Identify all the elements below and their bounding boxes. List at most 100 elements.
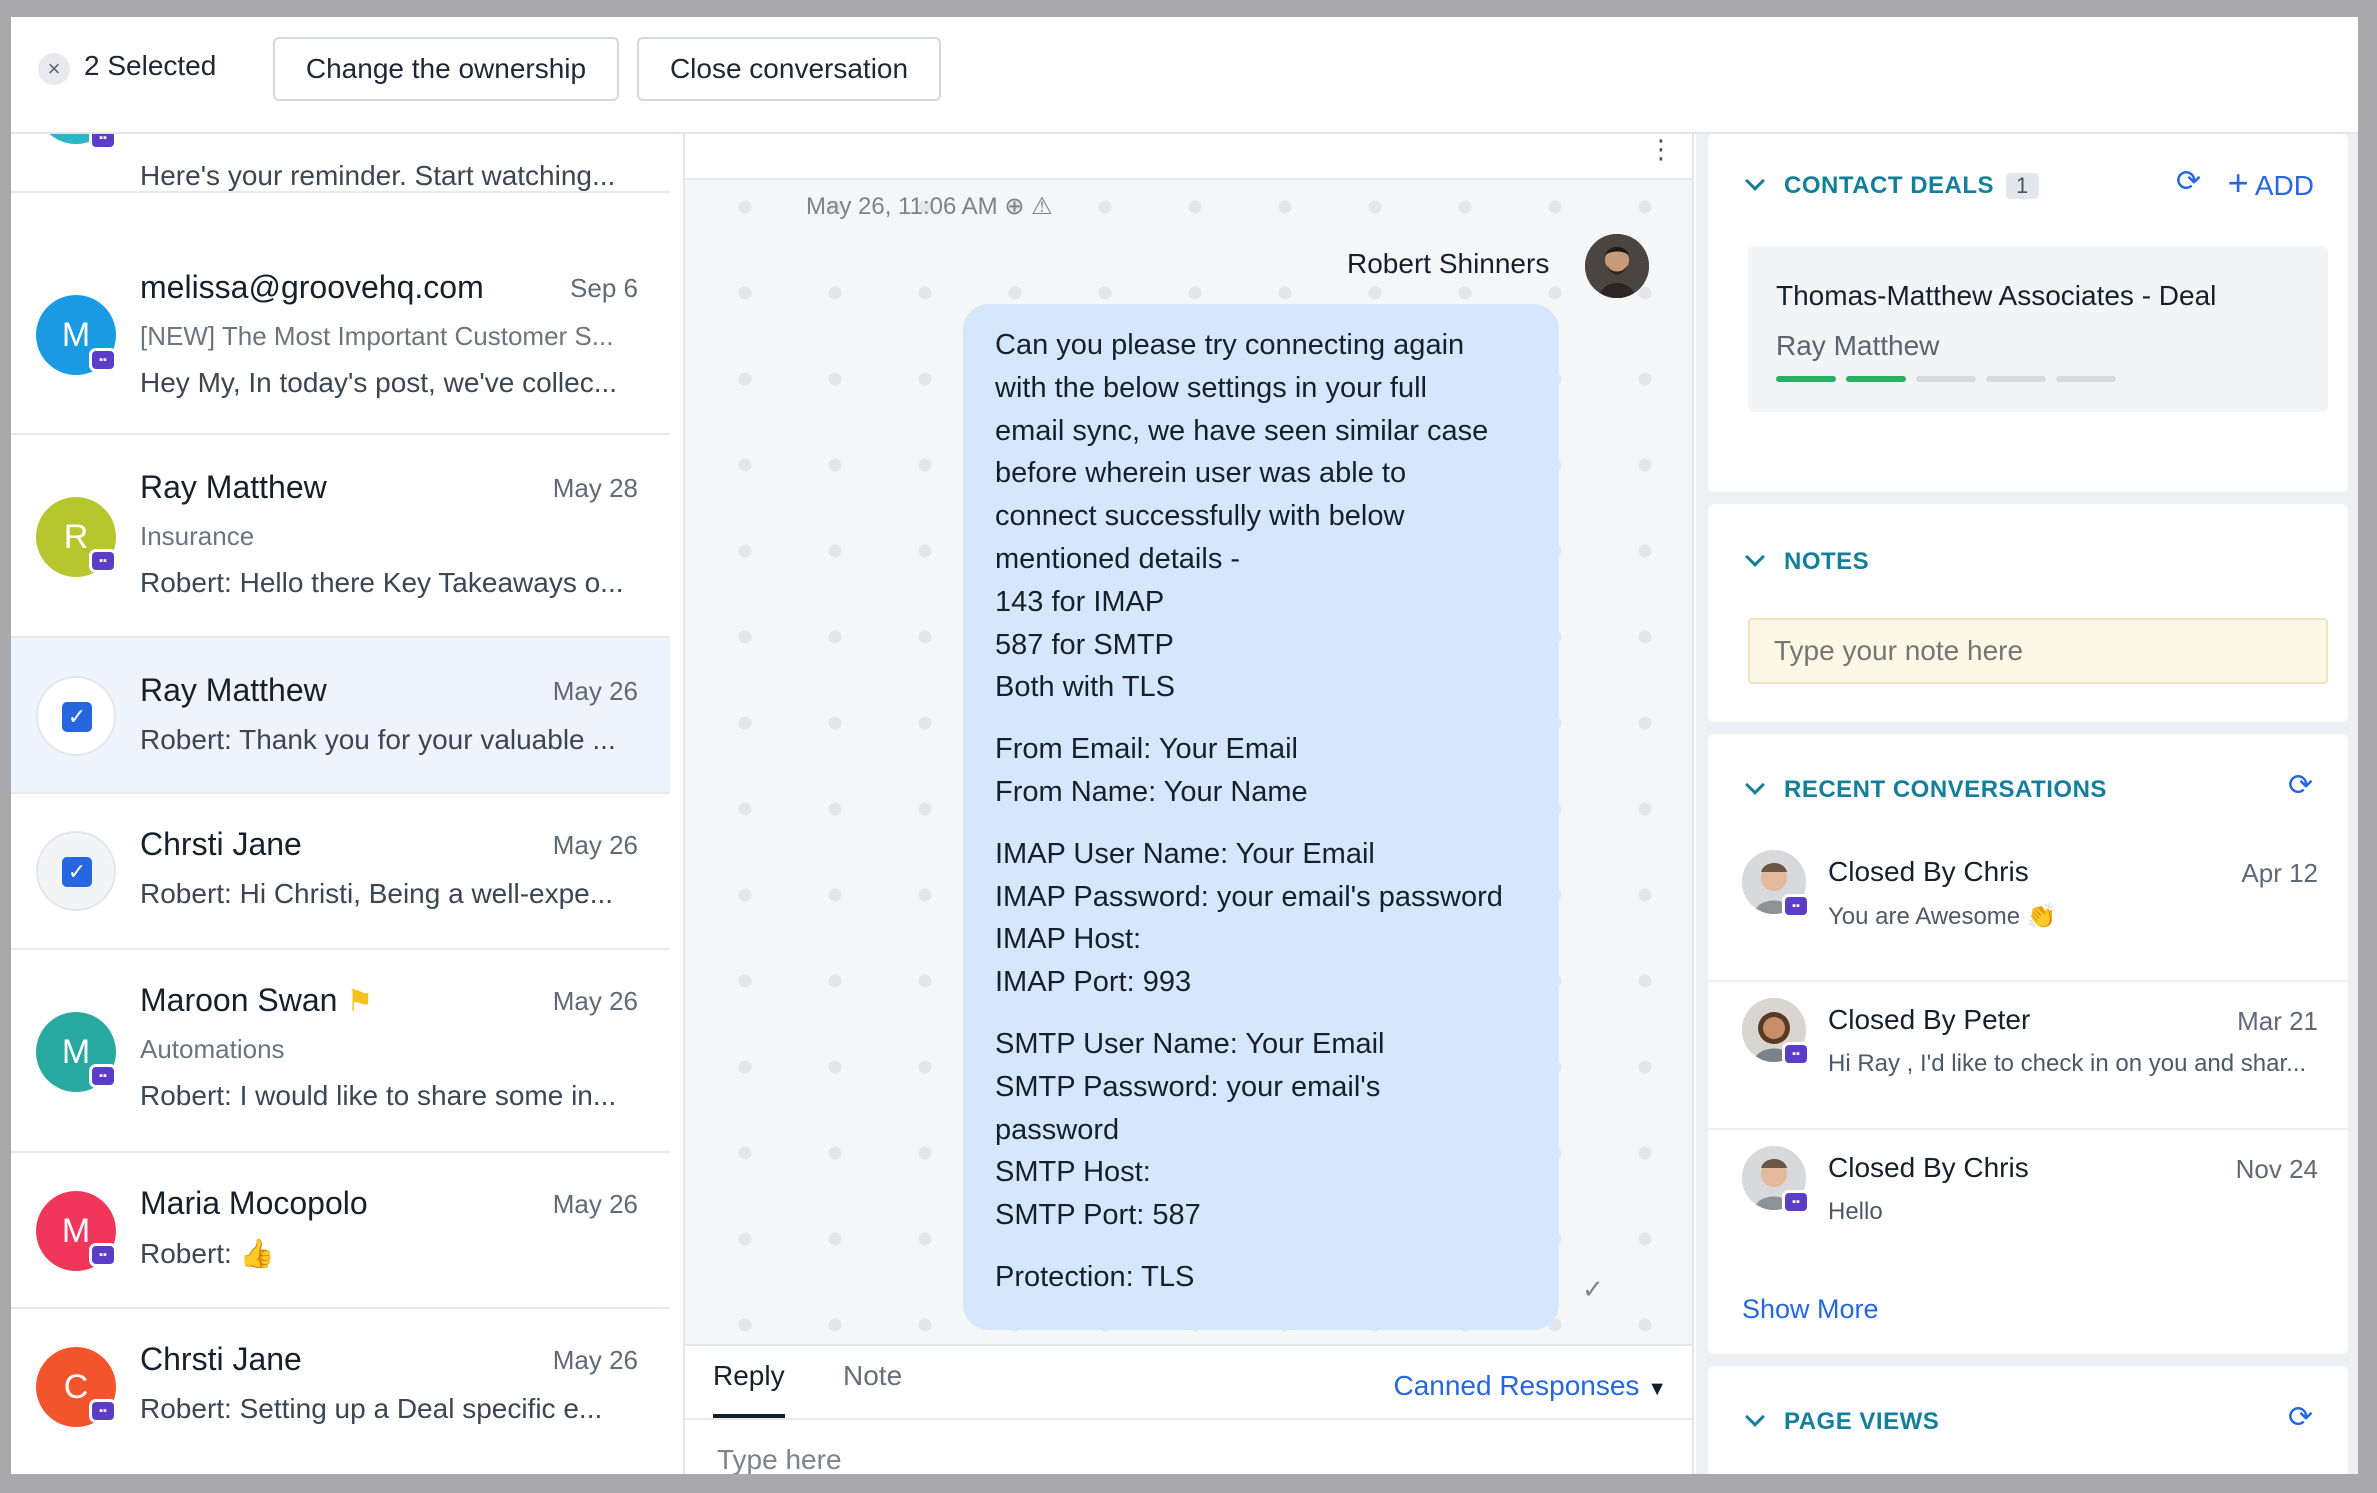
recent-conversation-title: Closed By Chris [1828,1152,2029,1183]
message-line: with the below settings in your full [995,371,1427,404]
globe-icon: ⊕ [1004,193,1025,220]
page-views-heading[interactable]: PAGE VIEWS [1745,1407,1940,1436]
chat-channel-icon: ▪▪ [89,1243,117,1267]
refresh-icon[interactable]: ⟳ [2288,1400,2313,1435]
list-item[interactable]: M ▪▪ melissa@groovehq.com Sep 6 [NEW] Th… [11,233,670,435]
deal-count-badge: 1 [2006,173,2039,199]
chat-channel-icon: ▪▪ [89,348,117,372]
canned-responses-dropdown[interactable]: Canned Responses ▼ [1393,1370,1667,1402]
list-item-snippet: Robert: Hello there Key Takeaways o... [140,567,624,598]
checkmark-icon: ✓ [62,857,92,887]
conversation-list: ▪▪ Here's your reminder. Start watching.… [11,134,670,1474]
message-paragraph: SMTP User Name: Your Email SMTP Password:… [995,1023,1539,1237]
message-line: password [995,1113,1120,1146]
add-deal-button[interactable]: + ADD [2228,162,2314,204]
recent-conversation-item[interactable]: ▪▪ Closed By Chris Nov 24 Hello [1708,1130,2348,1278]
list-item-name-text: Maroon Swan [140,982,338,1018]
tab-reply[interactable]: Reply [713,1360,785,1418]
list-item-date: May 28 [552,473,638,503]
plus-icon: + [2227,162,2249,203]
recent-conversation-item[interactable]: ▪▪ Closed By Peter Mar 21 Hi Ray , I'd l… [1708,982,2348,1130]
chat-channel-icon: ▪▪ [89,1399,117,1423]
deal-stage-segment [1846,376,1906,382]
reply-composer: Reply Note Canned Responses ▼ Type here [683,1344,1694,1474]
message-line: From Name: Your Name [995,775,1308,808]
sender-avatar [1585,234,1649,298]
list-item-snippet: Robert: I would like to share some in... [140,1080,617,1111]
reply-input[interactable]: Type here [717,1444,842,1474]
show-more-link[interactable]: Show More [1742,1294,1879,1325]
list-item-snippet: Robert: Setting up a Deal specific e... [140,1393,603,1424]
recent-conversation-item[interactable]: ▪▪ Closed By Chris Apr 12 You are Awesom… [1708,834,2348,982]
list-item-snippet: Hey My, In today's post, we've collec... [140,367,618,398]
more-options-icon[interactable]: ⋮ [1648,134,1674,165]
add-deal-label: ADD [2254,170,2314,201]
selected-count: 2 Selected [84,50,217,81]
tab-note[interactable]: Note [843,1360,902,1392]
notes-card: NOTES [1708,504,2348,722]
list-item[interactable]: M ▪▪ Maria Mocopolo May 26 Robert: 👍 [11,1153,670,1309]
list-item-date: May 26 [552,676,638,706]
chat-channel-icon: ▪▪ [1782,894,1810,918]
message-line: IMAP Host: [995,923,1142,956]
deal-stage-segment [1916,376,1976,382]
message-bubble: Can you please try connecting again with … [963,304,1559,1330]
list-item[interactable]: ✓ Ray Matthew May 26 Robert: Thank you f… [11,638,670,794]
select-checkbox[interactable]: ✓ [36,676,116,756]
list-item-date: Sep 6 [570,273,638,303]
recent-conversations-heading[interactable]: RECENT CONVERSATIONS [1745,775,2107,804]
deal-stage-segment [1776,376,1836,382]
message-line: 143 for IMAP [995,585,1165,618]
contact-sidebar: CONTACT DEALS 1 ⟳ + ADD Thomas-Matthew As… [1696,134,2358,1474]
notes-heading[interactable]: NOTES [1745,547,1869,576]
message-line: connect successfully with below [995,500,1405,533]
recent-conversation-date: Mar 21 [2237,1006,2318,1036]
list-item[interactable]: ▪▪ Here's your reminder. Start watching.… [11,134,670,193]
message-sender: Robert Shinners [1347,248,1550,279]
delivered-check-icon: ✓ [1582,1274,1604,1304]
change-ownership-button[interactable]: Change the ownership [273,37,619,101]
list-item-name: melissa@groovehq.com [140,269,484,305]
message-line: email sync, we have seen similar case [995,414,1489,447]
chat-thread[interactable]: ⋮ May 26, 11:06 AM ⊕ ⚠ Robert Shinners C… [683,134,1694,1344]
page-views-card: PAGE VIEWS ⟳ [1708,1366,2348,1474]
contact-deals-card: CONTACT DEALS 1 ⟳ + ADD Thomas-Matthew As… [1708,134,2348,492]
chat-channel-icon: ▪▪ [89,134,117,150]
contact-deals-heading[interactable]: CONTACT DEALS 1 [1745,171,2039,200]
message-timestamp: May 26, 11:06 AM ⊕ ⚠ [806,192,1053,221]
message-line: SMTP Password: your email's [995,1070,1381,1103]
message-line: SMTP User Name: Your Email [995,1027,1385,1060]
deal-card[interactable]: Thomas-Matthew Associates - Deal Ray Mat… [1748,246,2328,412]
list-item-snippet: Robert: Thank you for your valuable ... [140,724,616,755]
list-item[interactable]: C ▪▪ Chrsti Jane May 26 Robert: Setting … [11,1309,670,1474]
close-conversation-button[interactable]: Close conversation [637,37,941,101]
refresh-icon[interactable]: ⟳ [2288,768,2313,803]
canned-responses-label: Canned Responses [1393,1370,1640,1401]
list-item[interactable]: R ▪▪ Ray Matthew May 28 Insurance Robert… [11,435,670,638]
contact-deals-heading-text: CONTACT DEALS [1784,172,1995,199]
note-input[interactable] [1748,618,2328,684]
page-views-heading-text: PAGE VIEWS [1784,1408,1940,1435]
recent-conversation-title: Closed By Chris [1828,856,2029,887]
list-item[interactable]: ✓ Chrsti Jane May 26 Robert: Hi Christi,… [11,794,670,950]
list-item[interactable]: M ▪▪ Maroon Swan ⚑ May 26 Automations Ro… [11,950,670,1153]
recent-conversations-heading-text: RECENT CONVERSATIONS [1784,776,2107,803]
chevron-down-icon [1745,1407,1765,1427]
list-item-subject: [NEW] The Most Important Customer S... [140,321,614,351]
list-item-name: Ray Matthew [140,469,327,505]
checkmark-icon: ✓ [62,702,92,732]
list-item-date: May 26 [552,986,638,1016]
clear-selection-icon[interactable]: × [38,53,70,85]
list-item-snippet: Robert: Hi Christi, Being a well-expe... [140,878,614,909]
list-item-name: Chrsti Jane [140,826,302,862]
message-line: IMAP Password: your email's password [995,880,1503,913]
recent-conversation-date: Apr 12 [2241,858,2318,888]
select-checkbox[interactable]: ✓ [36,831,116,911]
chevron-down-icon [1745,775,1765,795]
sender-photo-icon [1585,234,1649,298]
refresh-icon[interactable]: ⟳ [2176,164,2201,199]
recent-conversation-snippet: Hello [1828,1198,1883,1225]
list-item-subject: Automations [140,1034,285,1064]
flag-icon: ⚑ [346,985,374,1018]
message-line: IMAP User Name: Your Email [995,837,1375,870]
